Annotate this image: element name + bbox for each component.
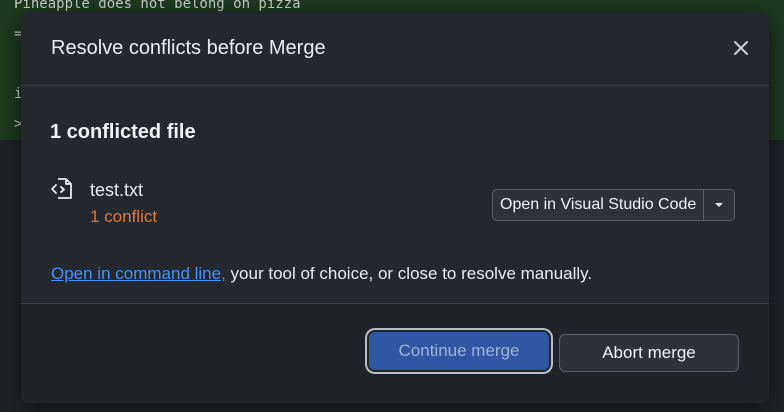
file-code-icon — [51, 178, 72, 199]
close-button[interactable] — [727, 34, 755, 62]
merge-conflicts-dialog: Resolve conflicts before Merge 1 conflic… — [21, 12, 769, 403]
open-command-line-link[interactable]: Open in command line, — [51, 264, 226, 283]
abort-merge-button[interactable]: Abort merge — [559, 334, 739, 372]
caret-down-icon — [715, 203, 724, 207]
open-in-editor-button[interactable]: Open in Visual Studio Code — [493, 190, 705, 220]
code-line: Pineapple does not belong on pizza — [14, 0, 301, 12]
conflicted-file-name: test.txt — [90, 180, 144, 200]
open-options-dropdown[interactable] — [704, 190, 734, 220]
command-line-hint: Open in command line, your tool of choic… — [51, 264, 592, 284]
dialog-title: Resolve conflicts before Merge — [51, 37, 326, 59]
command-line-hint-text: your tool of choice, or close to resolve… — [225, 264, 593, 283]
continue-merge-button[interactable]: Continue merge — [369, 332, 549, 370]
close-icon — [734, 41, 748, 55]
dialog-header: Resolve conflicts before Merge — [21, 12, 769, 86]
conflict-count: 1 conflict — [90, 207, 158, 226]
conflicted-files-heading: 1 conflicted file — [50, 121, 196, 143]
open-in-editor-split-button: Open in Visual Studio Code — [492, 189, 736, 221]
